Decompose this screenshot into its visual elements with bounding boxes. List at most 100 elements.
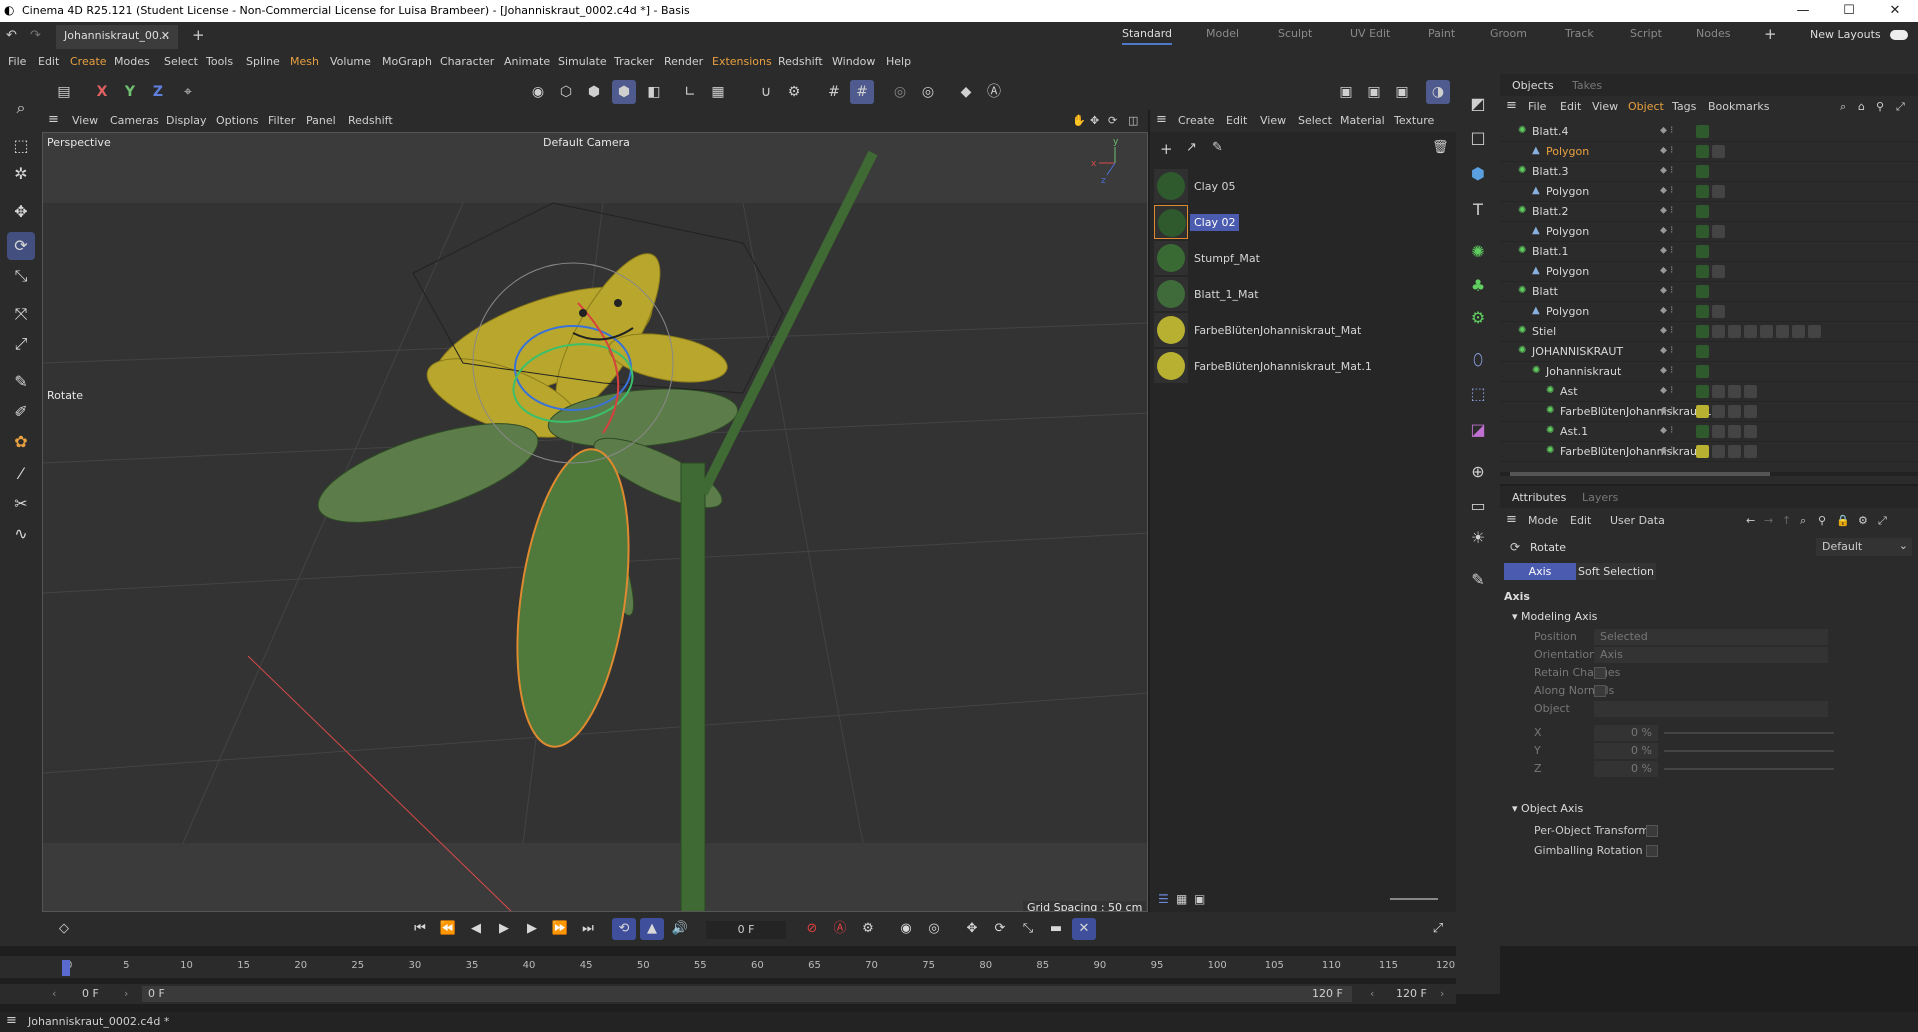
- viewport-hamburger-icon[interactable]: ≡: [48, 112, 59, 127]
- visibility-toggle-icon[interactable]: ⬥ ⁝: [1660, 385, 1673, 396]
- move-view-icon[interactable]: ✥: [1090, 114, 1099, 127]
- record-position-icon[interactable]: ✥: [960, 918, 984, 940]
- keyframe-selection-icon[interactable]: ⚙: [856, 918, 880, 940]
- visibility-toggle-icon[interactable]: ⬥ ⁝: [1660, 305, 1673, 316]
- mat-menu-material[interactable]: Material: [1340, 114, 1385, 127]
- move-tool-icon[interactable]: ✥: [7, 198, 35, 226]
- knife-icon[interactable]: ✂: [7, 490, 35, 518]
- mat-menu-texture[interactable]: Texture: [1394, 114, 1434, 127]
- minimize-button[interactable]: —: [1780, 0, 1826, 22]
- document-tab[interactable]: Johanniskraut_00... ✕: [56, 25, 178, 49]
- camera-object-icon[interactable]: ◩: [1464, 90, 1492, 118]
- attr-xyz-value[interactable]: 0 %: [1594, 743, 1658, 759]
- obj-menu-edit[interactable]: Edit: [1560, 100, 1581, 113]
- obj-menu-view[interactable]: View: [1592, 100, 1618, 113]
- tag-icon[interactable]: [1808, 325, 1821, 338]
- motion-clip-icon[interactable]: ◉: [894, 918, 918, 940]
- menu-file[interactable]: File: [8, 55, 26, 68]
- object-row[interactable]: ▲ Polygon ⬥ ⁝: [1500, 302, 1918, 322]
- scheme-icon[interactable]: ◎: [922, 918, 946, 940]
- attr-field-value[interactable]: [1594, 701, 1828, 717]
- record-pla-icon[interactable]: ✕: [1072, 918, 1096, 940]
- attr-field-value[interactable]: Axis: [1594, 647, 1828, 663]
- menu-mesh[interactable]: Mesh: [290, 55, 319, 68]
- tag-icon[interactable]: [1712, 305, 1725, 318]
- object-scrollbar[interactable]: [1500, 472, 1918, 476]
- layout-groom[interactable]: Groom: [1490, 27, 1527, 40]
- edges-mode-icon[interactable]: ⬡: [554, 80, 578, 104]
- mat-menu-select[interactable]: Select: [1298, 114, 1332, 127]
- object-row[interactable]: ✺ Blatt.4 ⬥ ⁝: [1500, 122, 1918, 142]
- viewport-scene[interactable]: y xz: [43, 133, 1148, 912]
- playback-mode-icon[interactable]: ▲: [640, 918, 664, 940]
- obj-menu-file[interactable]: File: [1528, 100, 1546, 113]
- object-row[interactable]: ▲ Polygon ⬥ ⁝: [1500, 182, 1918, 202]
- next-frame-icon[interactable]: ▶: [520, 918, 544, 940]
- mat-menu-edit[interactable]: Edit: [1226, 114, 1247, 127]
- gimballing-rotation-checkbox[interactable]: [1646, 845, 1658, 857]
- mat-menu-view[interactable]: View: [1260, 114, 1286, 127]
- tag-icon[interactable]: [1696, 445, 1709, 458]
- layouts-toggle[interactable]: [1890, 30, 1908, 40]
- layout-uv-edit[interactable]: UV Edit: [1350, 27, 1390, 40]
- tag-icon[interactable]: [1696, 285, 1709, 298]
- layout-sculpt[interactable]: Sculpt: [1278, 27, 1312, 40]
- attr-menu-user-data[interactable]: User Data: [1610, 514, 1665, 527]
- attr-menu-edit[interactable]: Edit: [1570, 514, 1591, 527]
- current-frame-field[interactable]: 0 F: [706, 921, 786, 939]
- timeline-expand-icon[interactable]: ⤢: [1426, 918, 1450, 940]
- object-row[interactable]: ✺ JOHANNISKRAUT ⬥ ⁝: [1500, 342, 1918, 362]
- tab-layers[interactable]: Layers: [1582, 491, 1618, 504]
- tag-icon[interactable]: [1728, 405, 1741, 418]
- rotate-tool-icon[interactable]: ⟳: [7, 232, 35, 260]
- previous-frame-icon[interactable]: ◀: [464, 918, 488, 940]
- toggle-view-icon[interactable]: ◫: [1128, 114, 1138, 127]
- object-row[interactable]: ✺ Blatt.1 ⬥ ⁝: [1500, 242, 1918, 262]
- object-home-icon[interactable]: ⌂: [1858, 100, 1865, 113]
- object-row[interactable]: ✺ FarbeBlütenJohanniskraut ⬥ ⁝: [1500, 442, 1918, 462]
- range-start-right-arrow[interactable]: ›: [124, 987, 128, 1000]
- material-item[interactable]: Clay 02: [1152, 204, 1452, 240]
- attr-xyz-slider[interactable]: [1664, 768, 1834, 770]
- text-object-icon[interactable]: T: [1464, 196, 1492, 224]
- visibility-toggle-icon[interactable]: ⬥ ⁝: [1660, 185, 1673, 196]
- go-to-start-icon[interactable]: ⏮: [408, 918, 432, 940]
- new-layouts-label[interactable]: New Layouts: [1810, 28, 1881, 41]
- tab-takes[interactable]: Takes: [1572, 79, 1602, 92]
- loop-icon[interactable]: ⟲: [612, 918, 636, 940]
- transform-tool-icon[interactable]: ⤧: [7, 300, 35, 328]
- pan-view-icon[interactable]: ✋: [1072, 114, 1086, 127]
- preview-size-slider[interactable]: [1390, 898, 1438, 900]
- add-material-icon[interactable]: +: [1160, 140, 1173, 158]
- tag-icon[interactable]: [1744, 425, 1757, 438]
- record-param-icon[interactable]: ▬: [1044, 918, 1068, 940]
- vp-menu-filter[interactable]: Filter: [268, 114, 295, 127]
- model-mode-icon[interactable]: ⬢: [612, 80, 636, 104]
- points-mode-icon[interactable]: ◉: [526, 80, 550, 104]
- record-scale-icon[interactable]: ⤡: [1016, 918, 1040, 940]
- attr-field-value[interactable]: Selected: [1594, 629, 1828, 645]
- material-hamburger-icon[interactable]: ≡: [1156, 112, 1167, 127]
- redo-icon[interactable]: ↷: [30, 28, 41, 43]
- frame-range-slider[interactable]: [142, 986, 1352, 1002]
- large-view-icon[interactable]: ▣: [1194, 892, 1205, 906]
- playhead[interactable]: [62, 960, 70, 976]
- add-layout-icon[interactable]: +: [1764, 25, 1777, 43]
- attr-lock-icon[interactable]: 🔒: [1836, 514, 1850, 527]
- mat-menu-create[interactable]: Create: [1178, 114, 1215, 127]
- volume-icon[interactable]: ◪: [1464, 416, 1492, 444]
- obj-menu-bookmarks[interactable]: Bookmarks: [1708, 100, 1769, 113]
- close-tab-icon[interactable]: ✕: [161, 29, 170, 42]
- y-axis-button[interactable]: Y: [118, 80, 142, 104]
- light-icon[interactable]: ☀: [1464, 524, 1492, 552]
- field-icon[interactable]: ⬯: [1464, 346, 1492, 374]
- mograph-icon[interactable]: ♣: [1464, 272, 1492, 300]
- polygons-mode-icon[interactable]: ⬢: [582, 80, 606, 104]
- render-settings-icon[interactable]: ▣: [1390, 80, 1414, 104]
- range-end-left-arrow[interactable]: ‹: [1370, 987, 1374, 1000]
- scale-tool-icon[interactable]: ⤡: [7, 262, 35, 290]
- tag-icon[interactable]: [1776, 325, 1789, 338]
- texture-mode-icon[interactable]: ▦: [706, 80, 730, 104]
- magnet-icon[interactable]: ∿: [7, 520, 35, 548]
- menu-volume[interactable]: Volume: [330, 55, 371, 68]
